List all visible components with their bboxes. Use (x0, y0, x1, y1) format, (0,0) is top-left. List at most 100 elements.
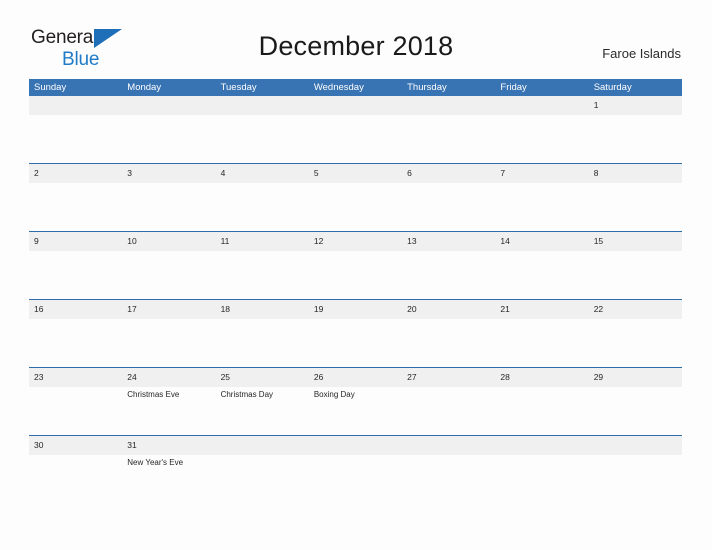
calendar-day-cell[interactable]: 18 (216, 300, 309, 367)
calendar-day-cell[interactable]: 3 (122, 164, 215, 231)
calendar-day-cell[interactable]: 16 (29, 300, 122, 367)
calendar-week-row: 30 31 New Year's Eve (29, 436, 682, 503)
calendar-grid: Sunday Monday Tuesday Wednesday Thursday… (29, 79, 682, 503)
calendar-day-cell[interactable]: 17 (122, 300, 215, 367)
day-number: 13 (407, 236, 417, 246)
day-number: 23 (34, 372, 44, 382)
day-number: 27 (407, 372, 417, 382)
calendar-day-cell-empty (309, 96, 402, 163)
weekday-header-saturday: Saturday (593, 82, 632, 93)
day-number: 20 (407, 304, 417, 314)
calendar-day-cell[interactable]: 4 (216, 164, 309, 231)
calendar-day-cell[interactable]: 21 (495, 300, 588, 367)
calendar-week-cells: 9 10 11 12 13 14 15 (29, 232, 682, 299)
day-number: 12 (313, 236, 324, 246)
weekday-header-sunday: Sunday (34, 82, 67, 93)
calendar-week-cells: 16 17 18 19 20 21 22 (29, 300, 682, 367)
day-number: 4 (220, 168, 226, 178)
weekday-header-wednesday: Wednesday (313, 82, 364, 93)
day-number: 22 (593, 304, 604, 314)
calendar-day-cell-empty (309, 436, 402, 503)
page-header: General Blue December 2018 Faroe Islands (0, 0, 712, 76)
calendar-day-cell[interactable]: 9 (29, 232, 122, 299)
calendar-week-row: 9 10 11 12 13 14 15 (29, 232, 682, 300)
calendar-day-cell[interactable]: 27 (402, 368, 495, 435)
calendar-day-cell[interactable]: 10 (122, 232, 215, 299)
calendar-day-cell[interactable]: 28 (495, 368, 588, 435)
day-event-label: Christmas Day (220, 390, 274, 399)
day-number: 16 (34, 304, 44, 314)
day-number: 19 (313, 304, 324, 314)
day-number: 3 (127, 168, 133, 178)
day-event-label: Christmas Eve (127, 390, 180, 399)
calendar-day-cell[interactable]: 31 New Year's Eve (122, 436, 215, 503)
calendar-week-cells: 2 3 4 5 6 7 8 (29, 164, 682, 231)
calendar-day-cell-empty (402, 436, 495, 503)
day-number (407, 436, 495, 455)
calendar-weeks: 1 2 3 4 5 6 7 8 9 10 11 12 13 14 15 16 17 18 19 20 21 22 23 24 C… (29, 96, 682, 503)
day-number: 17 (127, 304, 137, 314)
day-number: 8 (593, 168, 599, 178)
day-number (500, 436, 588, 455)
day-number: 26 (313, 372, 324, 382)
calendar-day-cell[interactable]: 5 (309, 164, 402, 231)
calendar-week-row: 2 3 4 5 6 7 8 (29, 164, 682, 232)
calendar-day-cell-empty (402, 96, 495, 163)
day-number: 5 (313, 168, 319, 178)
calendar-day-cell[interactable]: 20 (402, 300, 495, 367)
calendar-day-cell[interactable]: 25 Christmas Day (216, 368, 309, 435)
weekday-header-thursday: Thursday (407, 82, 447, 93)
day-event-label: New Year's Eve (127, 458, 184, 467)
day-number: 6 (407, 168, 412, 178)
calendar-day-cell[interactable]: 6 (402, 164, 495, 231)
calendar-day-cell[interactable]: 7 (495, 164, 588, 231)
calendar-week-row: 1 (29, 96, 682, 164)
calendar-week-cells: 23 24 Christmas Eve 25 Christmas Day 26 Boxing… (29, 368, 682, 435)
calendar-day-cell[interactable]: 30 (29, 436, 122, 503)
weekday-header-friday: Friday (500, 82, 527, 93)
day-number: 28 (500, 372, 510, 382)
day-number: 24 (127, 372, 137, 382)
calendar-day-cell[interactable]: 23 (29, 368, 122, 435)
calendar-day-cell[interactable]: 12 (309, 232, 402, 299)
calendar-day-cell-empty (216, 96, 309, 163)
calendar-day-cell[interactable]: 26 Boxing Day (309, 368, 402, 435)
calendar-day-cell[interactable]: 24 Christmas Eve (122, 368, 215, 435)
calendar-day-cell[interactable]: 11 (216, 232, 309, 299)
calendar-day-cell[interactable]: 29 (589, 368, 682, 435)
day-number: 30 (34, 440, 44, 450)
day-number: 15 (593, 236, 604, 246)
calendar-day-cell[interactable]: 8 (589, 164, 682, 231)
region-label: Faroe Islands (602, 46, 681, 61)
day-number: 7 (500, 168, 506, 178)
day-number: 25 (220, 372, 231, 382)
day-number: 10 (127, 236, 137, 246)
day-event-label: Boxing Day (313, 390, 355, 399)
day-number: 9 (34, 236, 39, 246)
day-number: 31 (127, 440, 137, 450)
day-number: 2 (34, 168, 39, 178)
calendar-day-cell[interactable]: 19 (309, 300, 402, 367)
day-number: 18 (220, 304, 231, 314)
day-number (314, 436, 402, 455)
calendar-day-cell[interactable]: 1 (589, 96, 682, 163)
calendar-day-cell[interactable]: 2 (29, 164, 122, 231)
day-number: 29 (593, 372, 604, 382)
calendar-day-cell-empty (589, 436, 682, 503)
calendar-day-cell[interactable]: 13 (402, 232, 495, 299)
calendar-day-cell-empty (495, 436, 588, 503)
calendar-day-cell-empty (122, 96, 215, 163)
day-number: 11 (220, 236, 230, 246)
day-number: 14 (500, 236, 510, 246)
calendar-week-cells: 30 31 New Year's Eve (29, 436, 682, 503)
day-number (221, 436, 309, 455)
day-number: 21 (500, 304, 510, 314)
calendar-day-cell-empty (216, 436, 309, 503)
weekday-header-monday: Monday (127, 82, 162, 93)
day-number (594, 436, 682, 455)
calendar-day-cell[interactable]: 22 (589, 300, 682, 367)
day-number: 1 (593, 100, 599, 110)
calendar-day-cell[interactable]: 15 (589, 232, 682, 299)
day-number (127, 96, 215, 115)
calendar-day-cell[interactable]: 14 (495, 232, 588, 299)
